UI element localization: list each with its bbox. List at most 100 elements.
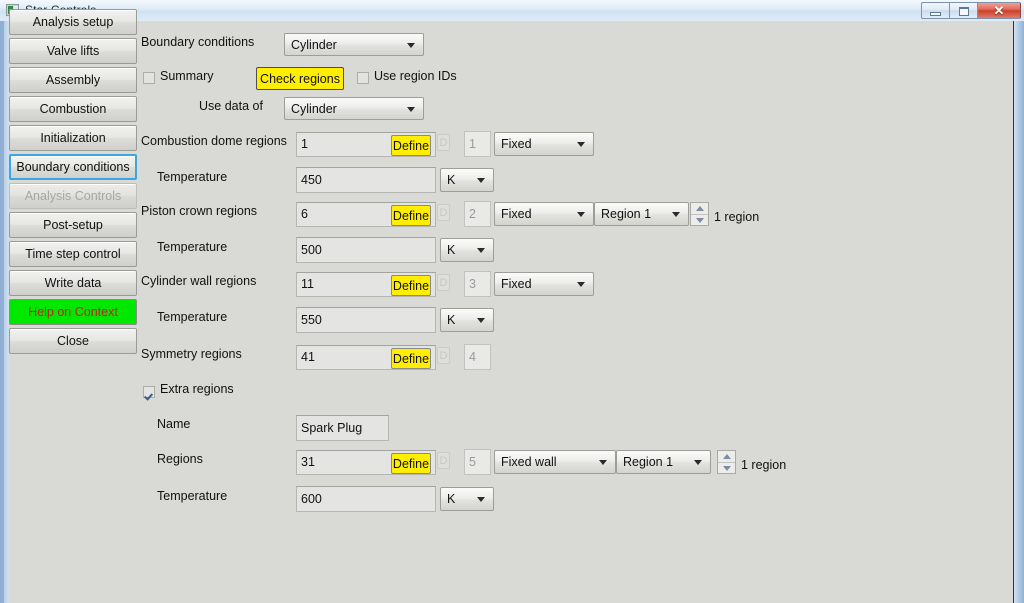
chevron-down-icon bbox=[672, 212, 680, 217]
extra-temperature-unit-select[interactable]: K bbox=[440, 487, 494, 511]
combustion-dome-temperature-label: Temperature bbox=[157, 170, 228, 184]
left-edge-accent bbox=[0, 21, 4, 603]
combustion-dome-type-value: Fixed bbox=[501, 137, 532, 151]
spinner-down-button[interactable] bbox=[718, 462, 735, 474]
chevron-down-icon bbox=[577, 282, 585, 287]
spinner-up-button[interactable] bbox=[718, 451, 735, 462]
combustion-dome-temperature-unit-select[interactable]: K bbox=[440, 168, 494, 192]
extra-region-spinner[interactable] bbox=[717, 450, 736, 474]
combustion-dome-index: 1 bbox=[464, 131, 491, 157]
piston-crown-region-spinner[interactable] bbox=[690, 202, 709, 226]
extra-type-value: Fixed wall bbox=[501, 455, 557, 469]
cylinder-wall-regions-label: Cylinder wall regions bbox=[141, 274, 257, 288]
arrow-down-icon bbox=[695, 218, 704, 223]
extra-region-select[interactable]: Region 1 bbox=[616, 450, 711, 474]
sidebar-item-boundary-conditions[interactable]: Boundary conditions bbox=[9, 154, 137, 180]
spinner-up-button[interactable] bbox=[691, 203, 708, 214]
piston-crown-disabled-button: D bbox=[437, 204, 450, 221]
piston-crown-region-count: 1 region bbox=[714, 210, 760, 224]
chevron-down-icon bbox=[577, 212, 585, 217]
cylinder-wall-define-button[interactable]: Define bbox=[391, 275, 431, 296]
combustion-dome-temperature-unit-value: K bbox=[447, 173, 456, 187]
sidebar-item-assembly[interactable]: Assembly bbox=[9, 67, 137, 93]
piston-crown-temperature-unit-value: K bbox=[447, 243, 456, 257]
summary-checkbox[interactable] bbox=[143, 72, 155, 84]
symmetry-define-button[interactable]: Define bbox=[391, 348, 431, 369]
sidebar-item-initialization[interactable]: Initialization bbox=[9, 125, 137, 151]
extra-regions-checkbox[interactable] bbox=[143, 386, 155, 398]
chevron-down-icon bbox=[477, 318, 485, 323]
sidebar-item-analysis-controls: Analysis Controls bbox=[9, 183, 137, 209]
cylinder-wall-temperature-unit-select[interactable]: K bbox=[440, 308, 494, 332]
piston-crown-type-value: Fixed bbox=[501, 207, 532, 221]
sidebar-item-help-on-context[interactable]: Help on Context bbox=[9, 299, 137, 325]
use-data-of-select[interactable]: Cylinder bbox=[284, 97, 424, 120]
piston-crown-temperature-input[interactable]: 500 bbox=[296, 237, 436, 263]
chevron-down-icon bbox=[407, 106, 415, 112]
chevron-down-icon bbox=[599, 460, 607, 465]
piston-crown-region-select[interactable]: Region 1 bbox=[594, 202, 689, 226]
sidebar-item-combustion[interactable]: Combustion bbox=[9, 96, 137, 122]
boundary-conditions-value: Cylinder bbox=[291, 37, 337, 52]
combustion-dome-disabled-button: D bbox=[437, 134, 450, 151]
sidebar-item-post-setup[interactable]: Post-setup bbox=[9, 212, 137, 238]
right-edge-strip bbox=[1014, 21, 1024, 603]
extra-region-count: 1 region bbox=[741, 458, 787, 472]
extra-temperature-label: Temperature bbox=[157, 489, 228, 503]
extra-temperature-input[interactable]: 600 bbox=[296, 486, 436, 512]
use-region-ids-checkbox[interactable] bbox=[357, 72, 369, 84]
cylinder-wall-type-select[interactable]: Fixed bbox=[494, 272, 594, 296]
piston-crown-region-value: Region 1 bbox=[601, 207, 652, 221]
arrow-up-icon bbox=[695, 206, 704, 211]
chevron-down-icon bbox=[407, 42, 415, 48]
combustion-dome-type-select[interactable]: Fixed bbox=[494, 132, 594, 156]
piston-crown-define-button[interactable]: Define bbox=[391, 205, 431, 226]
screen: Star Controls ✕ Analysis setup Valve lif… bbox=[0, 0, 1024, 603]
chevron-down-icon bbox=[477, 497, 485, 502]
cylinder-wall-temperature-label: Temperature bbox=[157, 310, 228, 324]
piston-crown-index: 2 bbox=[464, 201, 491, 227]
piston-crown-temperature-unit-select[interactable]: K bbox=[440, 238, 494, 262]
symmetry-regions-label: Symmetry regions bbox=[141, 347, 242, 361]
arrow-down-icon bbox=[722, 466, 731, 471]
extra-type-select[interactable]: Fixed wall bbox=[494, 450, 616, 474]
cylinder-wall-temperature-input[interactable]: 550 bbox=[296, 307, 436, 333]
extra-temperature-unit-value: K bbox=[447, 492, 456, 506]
extra-name-input[interactable]: Spark Plug bbox=[296, 415, 389, 441]
extra-define-button[interactable]: Define bbox=[391, 453, 431, 474]
combustion-dome-define-button[interactable]: Define bbox=[391, 135, 431, 156]
combustion-dome-temperature-input[interactable]: 450 bbox=[296, 167, 436, 193]
use-data-of-value: Cylinder bbox=[291, 101, 337, 116]
use-region-ids-label: Use region IDs bbox=[374, 69, 457, 83]
extra-index: 5 bbox=[464, 449, 491, 475]
combustion-dome-regions-label: Combustion dome regions bbox=[141, 134, 287, 148]
boundary-conditions-form: Boundary conditions Cylinder Summary Che… bbox=[139, 0, 1009, 582]
cylinder-wall-type-value: Fixed bbox=[501, 277, 532, 291]
sidebar-item-valve-lifts[interactable]: Valve lifts bbox=[9, 38, 137, 64]
cylinder-wall-disabled-button: D bbox=[437, 274, 450, 291]
chevron-down-icon bbox=[477, 178, 485, 183]
arrow-up-icon bbox=[722, 454, 731, 459]
chevron-down-icon bbox=[694, 460, 702, 465]
sidebar-item-close[interactable]: Close bbox=[9, 328, 137, 354]
symmetry-index: 4 bbox=[464, 344, 491, 370]
extra-region-value: Region 1 bbox=[623, 455, 674, 469]
check-regions-button[interactable]: Check regions bbox=[256, 67, 344, 90]
sidebar-item-analysis-setup[interactable]: Analysis setup bbox=[9, 9, 137, 35]
spinner-down-button[interactable] bbox=[691, 214, 708, 226]
boundary-conditions-label: Boundary conditions bbox=[141, 35, 255, 49]
piston-crown-temperature-label: Temperature bbox=[157, 240, 228, 254]
chevron-down-icon bbox=[577, 142, 585, 147]
sidebar: Analysis setup Valve lifts Assembly Comb… bbox=[9, 9, 139, 357]
boundary-conditions-select[interactable]: Cylinder bbox=[284, 33, 424, 56]
sidebar-item-time-step-control[interactable]: Time step control bbox=[9, 241, 137, 267]
star-controls-dialog: Star Controls ✕ Analysis setup Valve lif… bbox=[0, 0, 1024, 603]
piston-crown-regions-label: Piston crown regions bbox=[141, 204, 258, 218]
sidebar-item-write-data[interactable]: Write data bbox=[9, 270, 137, 296]
extra-regions-label: Extra regions bbox=[160, 382, 234, 396]
extra-name-label: Name bbox=[157, 417, 191, 431]
cylinder-wall-temperature-unit-value: K bbox=[447, 313, 456, 327]
piston-crown-type-select[interactable]: Fixed bbox=[494, 202, 594, 226]
chevron-down-icon bbox=[477, 248, 485, 253]
extra-disabled-button: D bbox=[437, 452, 450, 469]
